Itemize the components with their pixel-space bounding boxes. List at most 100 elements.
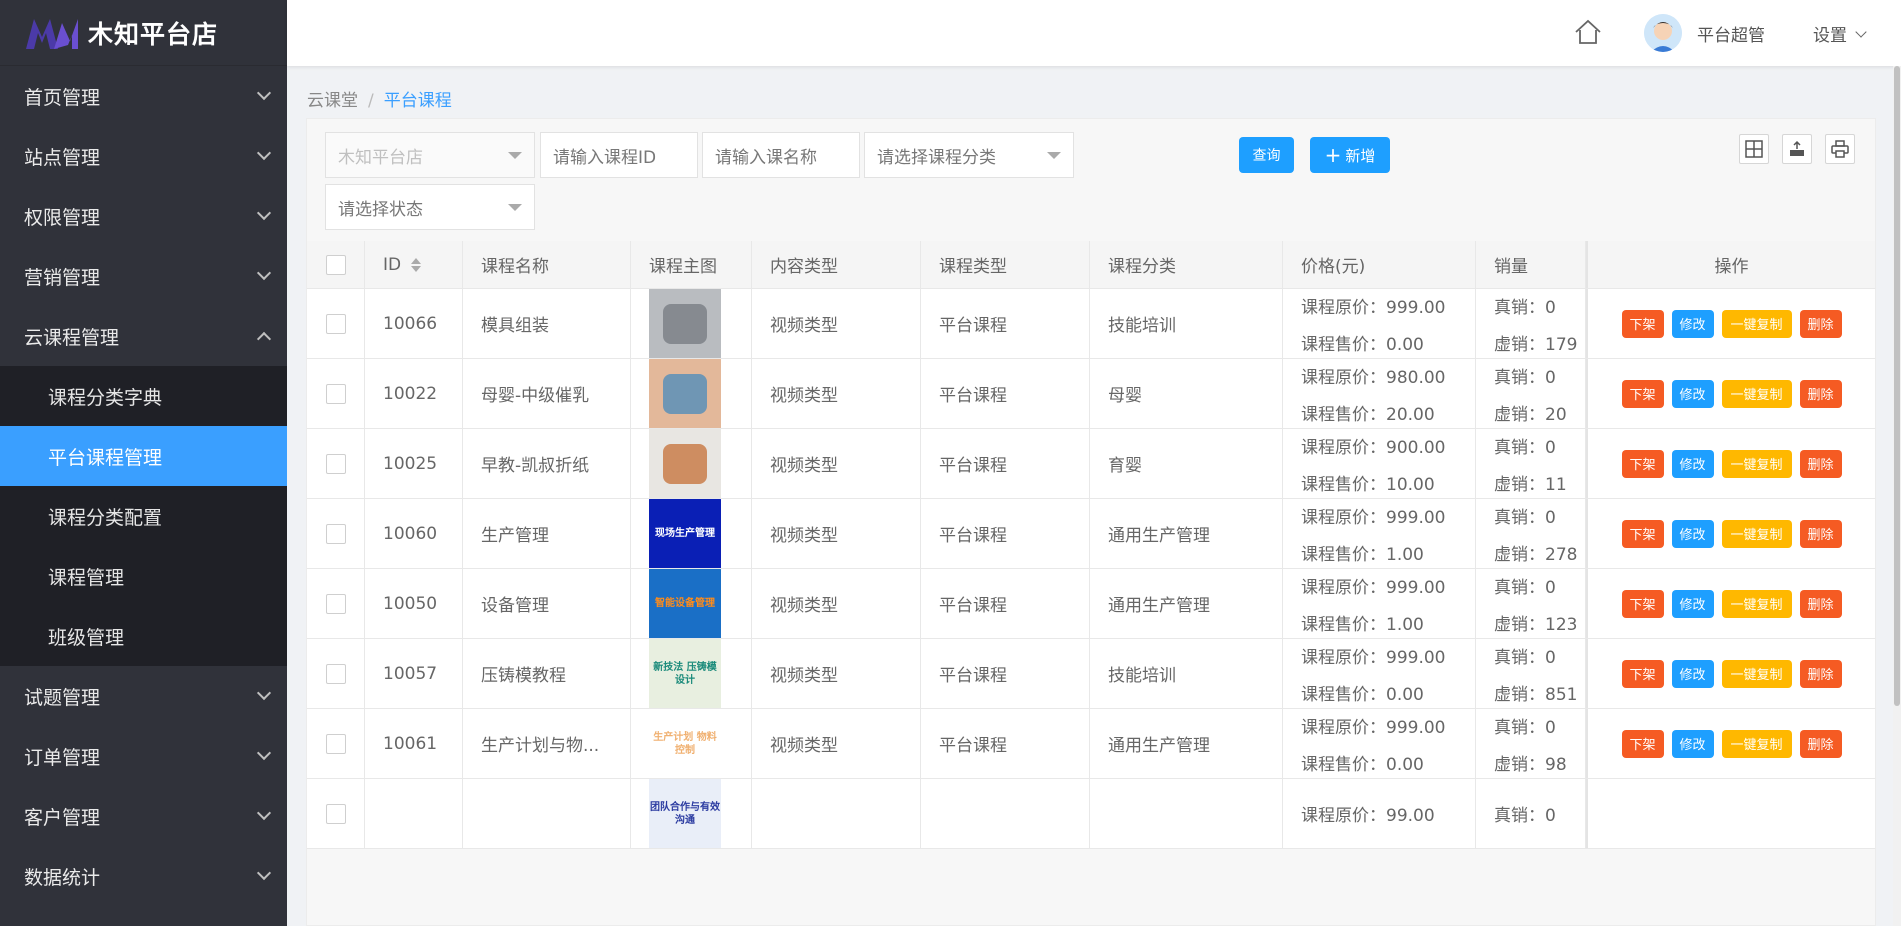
delete-button[interactable]: 删除 <box>1799 519 1842 548</box>
edit-button[interactable]: 修改 <box>1671 659 1714 688</box>
edit-button[interactable]: 修改 <box>1671 519 1714 548</box>
avatar[interactable] <box>1644 14 1682 52</box>
virtual-sales: 虚销：123 <box>1494 610 1577 635</box>
sale-price-value: 1.00 <box>1386 544 1424 565</box>
sort-icon[interactable] <box>411 257 422 272</box>
chevron-down-icon <box>256 205 272 221</box>
course-id-placeholder: 请输入课程ID <box>553 147 657 168</box>
copy-button[interactable]: 一键复制 <box>1721 659 1792 688</box>
edit-button[interactable]: 修改 <box>1671 379 1714 408</box>
sidebar-item[interactable]: 试题管理 <box>0 666 287 726</box>
chevron-up-icon <box>256 331 272 347</box>
row-checkbox[interactable] <box>325 803 346 824</box>
sidebar-item[interactable]: 权限管理 <box>0 186 287 246</box>
edit-button[interactable]: 修改 <box>1671 309 1714 338</box>
delete-button[interactable]: 删除 <box>1799 729 1842 758</box>
course-thumbnail[interactable]: 生产计划 物料控制 <box>649 709 721 778</box>
row-checkbox-cell <box>307 639 365 708</box>
sidebar-subitem[interactable]: 平台课程管理 <box>0 426 287 486</box>
scrollbar-thumb[interactable] <box>1894 66 1900 706</box>
settings-dropdown[interactable]: 设置 <box>1813 21 1867 46</box>
unpublish-button[interactable]: 下架 <box>1621 519 1664 548</box>
course-id-input[interactable]: 请输入课程ID <box>540 132 698 178</box>
row-checkbox[interactable] <box>325 663 346 684</box>
category-select[interactable]: 请选择课程分类 <box>864 132 1074 178</box>
breadcrumb-root[interactable]: 云课堂 <box>307 91 358 111</box>
cell-price: 课程原价：999.00 课程售价：0.00 <box>1283 709 1476 778</box>
virtual-sales-label: 虚销： <box>1494 334 1545 355</box>
sidebar-item[interactable]: 数据统计 <box>0 846 287 906</box>
sidebar-subitem[interactable]: 课程分类字典 <box>0 366 287 426</box>
sidebar-subitem[interactable]: 班级管理 <box>0 606 287 666</box>
edit-button[interactable]: 修改 <box>1671 729 1714 758</box>
row-checkbox[interactable] <box>325 313 346 334</box>
row-checkbox[interactable] <box>325 593 346 614</box>
course-thumbnail[interactable] <box>649 359 721 428</box>
course-thumbnail[interactable]: 新技法 压铸模设计 <box>649 639 721 708</box>
scrollbar[interactable] <box>1893 66 1901 926</box>
copy-button[interactable]: 一键复制 <box>1721 589 1792 618</box>
copy-button[interactable]: 一键复制 <box>1721 379 1792 408</box>
status-select[interactable]: 请选择状态 <box>325 184 535 230</box>
course-thumbnail[interactable]: 团队合作与有效沟通 <box>649 779 721 848</box>
delete-button[interactable]: 删除 <box>1799 309 1842 338</box>
unpublish-button[interactable]: 下架 <box>1621 729 1664 758</box>
sidebar-item[interactable]: 客户管理 <box>0 786 287 846</box>
status-placeholder: 请选择状态 <box>338 199 423 220</box>
real-sales: 真销：0 <box>1494 293 1556 318</box>
sidebar-item[interactable]: 营销管理 <box>0 246 287 306</box>
cell-content-type: 视频类型 <box>752 639 921 708</box>
unpublish-button[interactable]: 下架 <box>1621 589 1664 618</box>
course-thumbnail[interactable] <box>649 429 721 498</box>
virtual-sales-value: 123 <box>1545 614 1578 635</box>
delete-button[interactable]: 删除 <box>1799 379 1842 408</box>
copy-button[interactable]: 一键复制 <box>1721 309 1792 338</box>
copy-button[interactable]: 一键复制 <box>1721 519 1792 548</box>
sidebar-item[interactable]: 订单管理 <box>0 726 287 786</box>
unpublish-button[interactable]: 下架 <box>1621 659 1664 688</box>
print-button[interactable] <box>1825 134 1855 164</box>
cell-image: 团队合作与有效沟通 <box>631 779 752 848</box>
table-row: 10066 模具组装 视频类型 平台课程 技能培训 课程原价：999.00 课程售价：0.0… <box>307 289 1875 359</box>
edit-button[interactable]: 修改 <box>1671 589 1714 618</box>
query-button-label: 查询 <box>1252 148 1281 164</box>
unpublish-button[interactable]: 下架 <box>1621 449 1664 478</box>
caret-down-icon <box>1047 152 1061 159</box>
sidebar-item[interactable]: 首页管理 <box>0 66 287 126</box>
sidebar-menu: 首页管理 站点管理 权限管理 营销管理 云课程管理 课程分类字典 平台课程管理 课程分类配置课… <box>0 66 287 906</box>
col-id[interactable]: ID <box>365 241 463 288</box>
course-thumbnail[interactable]: 现场生产管理 <box>649 499 721 568</box>
sidebar-subitem[interactable]: 课程管理 <box>0 546 287 606</box>
cell-price: 课程原价：999.00 课程售价：0.00 <box>1283 289 1476 358</box>
sidebar-subitem[interactable]: 课程分类配置 <box>0 486 287 546</box>
user-name[interactable]: 平台超管 <box>1697 21 1765 46</box>
unpublish-button[interactable]: 下架 <box>1621 309 1664 338</box>
row-checkbox[interactable] <box>325 383 346 404</box>
original-price-label: 课程原价： <box>1301 507 1386 528</box>
home-icon[interactable] <box>1573 18 1603 46</box>
breadcrumb-separator: / <box>368 91 374 111</box>
unpublish-button[interactable]: 下架 <box>1621 379 1664 408</box>
delete-button[interactable]: 删除 <box>1799 589 1842 618</box>
sale-price-value: 0.00 <box>1386 684 1424 705</box>
course-thumbnail[interactable]: 智能设备管理 <box>649 569 721 638</box>
sidebar-item[interactable]: 站点管理 <box>0 126 287 186</box>
edit-button[interactable]: 修改 <box>1671 449 1714 478</box>
course-name-input[interactable]: 请输入课名称 <box>702 132 860 178</box>
sidebar-item[interactable]: 云课程管理 <box>0 306 287 366</box>
table-row: 10060 生产管理 现场生产管理 视频类型 平台课程 通用生产管理 课程原价：999.00… <box>307 499 1875 569</box>
row-checkbox[interactable] <box>325 733 346 754</box>
copy-button[interactable]: 一键复制 <box>1721 449 1792 478</box>
course-thumbnail[interactable] <box>649 289 721 358</box>
delete-button[interactable]: 删除 <box>1799 449 1842 478</box>
original-price-label: 课程原价： <box>1301 367 1386 388</box>
select-all-checkbox[interactable] <box>325 254 346 275</box>
row-checkbox[interactable] <box>325 523 346 544</box>
copy-button[interactable]: 一键复制 <box>1721 729 1792 758</box>
export-button[interactable] <box>1782 134 1812 164</box>
columns-toggle-button[interactable] <box>1739 134 1769 164</box>
add-button[interactable]: + 新增 <box>1310 137 1390 173</box>
row-checkbox[interactable] <box>325 453 346 474</box>
delete-button[interactable]: 删除 <box>1799 659 1842 688</box>
query-button[interactable]: 查询 <box>1239 137 1294 173</box>
